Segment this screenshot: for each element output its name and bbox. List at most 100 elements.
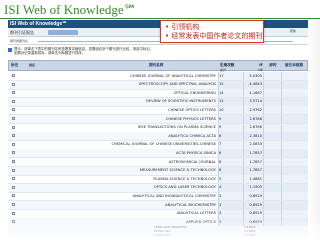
citation-count: 9 [219,116,222,121]
journal-title[interactable]: ASTRONOMICAL JOURNAL [169,160,216,165]
journal-title[interactable]: PLASMA SCIENCE & TECHNOLOGY [153,177,216,182]
row-checkbox[interactable] [12,168,15,172]
journal-title[interactable]: ANALYTICAL LETTERS [177,211,216,216]
row-checkbox[interactable] [12,211,15,215]
column-divider [263,158,264,166]
row-checkbox[interactable] [12,142,15,146]
wok-nav-icons[interactable] [48,30,78,35]
info-icon [8,48,12,52]
journal-title[interactable]: REVIEW OF SCIENTIFIC INSTRUMENTS [146,99,216,104]
row-checkbox[interactable] [12,194,15,198]
col-rank[interactable]: 排名 [29,63,35,67]
journal-title[interactable]: OPTICAL ENGINEERING [173,91,216,96]
impact-value: 2.9762 [249,107,262,112]
row-checkbox[interactable] [12,117,15,120]
impact-value: 0.8929 [249,211,262,216]
column-divider [263,218,264,227]
column-divider [263,209,264,218]
help-link[interactable]: 帮助 [290,29,296,33]
row-checkbox[interactable] [12,91,15,95]
journal-title[interactable]: CHEMICAL JOURNAL OF CHINESE UNIVERSITIES… [111,142,216,147]
citation-count: 3 [219,202,222,207]
citation-count: 6 [219,150,222,155]
impact-value: 0.8929 [249,202,262,207]
journal-title[interactable]: SPECTROSCOPY AND SPECTRAL ANALYSIS [139,82,216,87]
impact-value: 1.1905 [249,185,262,190]
journal-title[interactable]: ACTA PHYSICA SINICA [176,151,216,156]
column-divider [263,183,264,192]
journal-title[interactable]: ANALYTICAL AND BIOANALYTICAL CHEMISTRY [133,194,216,199]
column-divider [281,175,282,184]
column-divider [281,97,282,106]
journal-title[interactable]: MEASUREMENT SCIENCE & TECHNOLOGY [140,168,216,173]
row-checkbox[interactable] [12,160,15,163]
column-divider [263,192,264,201]
row-checkbox[interactable] [12,203,15,206]
citation-count: 15 [219,82,224,87]
journal-title[interactable]: CHINESE JOURNAL OF ANALYTICAL CHEMISTRY [130,74,216,79]
row-checkbox[interactable] [12,108,15,112]
right-edge-shadow [308,20,320,240]
wok-subrow-label: 期刊摘要列表 [10,39,29,43]
row-checkbox[interactable] [12,99,15,103]
col-title[interactable]: 期刊名称 [149,63,163,67]
citation-count: 4 [219,185,222,190]
journal-title[interactable]: CHINESE OPTICS LETTERS [168,108,216,113]
lower-row: PEKING UNIV 3 0.8929 [8,230,308,234]
col-mark[interactable]: 标记 [11,63,18,67]
citation-count: 3 [219,219,222,224]
lower-row-value: 3 0.8929 [244,226,256,229]
citation-count: 3 [219,193,222,198]
column-divider [263,123,264,132]
citation-count: 14 [219,90,224,95]
journal-title[interactable]: ANALYTICA CHIMICA ACTA [168,134,216,139]
row-checkbox[interactable] [12,74,15,77]
lower-table: CHINA ACAD ENGN PHYS 3 0.8929 PEKING UNI… [8,226,308,240]
column-divider [263,132,264,141]
citation-count: 10 [219,107,224,112]
column-divider [281,201,282,209]
lower-row: CHINA ACAD ENGN PHYS 3 0.8929 [8,226,308,230]
column-divider [263,89,264,98]
column-divider [281,166,282,175]
row-checkbox[interactable] [12,220,15,224]
column-divider [263,115,264,123]
column-divider [281,140,282,149]
column-divider [281,209,282,218]
column-divider [281,106,282,115]
col-ifac[interactable]: IF 5年 [245,63,263,73]
row-checkbox[interactable] [12,82,15,86]
row-checkbox[interactable] [12,185,15,189]
journal-title[interactable]: ANALYTICAL BIOCHEMISTRY [165,203,216,208]
col-halflife[interactable]: 被引半衰期 [283,63,305,67]
citation-count: 6 [219,159,222,164]
journal-title[interactable]: IEEE TRANSACTIONS ON PLASMA SCIENCE [138,125,216,130]
impact-value: 5.0305 [249,73,262,78]
row-checkbox[interactable] [12,151,15,155]
row-checkbox[interactable] [12,125,15,129]
info-section: 提示：请单击下表中的期刊名称查看其详细信息。如需组合多个期刊进行比较，请选中标记… [8,47,308,58]
lower-row-value: 3 0.8929 [244,230,256,233]
citation-count: 8 [219,133,222,138]
journal-title[interactable]: CHINESE PHYSICS LETTERS [166,117,216,122]
column-divider [263,72,264,80]
citation-count: 3 [219,211,222,216]
row-checkbox[interactable] [12,177,15,181]
col-cites[interactable]: 引用次数 总计 [220,63,242,73]
column-divider [263,166,264,175]
col-immediacy[interactable]: 即时 [265,63,281,67]
slide-title-bar: ISI Web of Knowledge℠ [0,0,320,19]
journal-title[interactable]: APPLIED OPTICS [186,220,216,225]
lower-row-title: PEKING UNIV [154,230,171,233]
column-divider [281,123,282,132]
column-divider [281,80,282,89]
column-divider [281,115,282,123]
citation-count: 5 [219,176,222,181]
impact-value: 4.4643 [249,82,262,87]
impact-value: 1.7857 [249,159,262,164]
citation-count: 9 [219,125,222,130]
annotation-callout: • 引领机构 • 经常发表中国作者论文的期刊 [160,20,264,43]
row-checkbox[interactable] [12,134,15,138]
wok-nav-label: 期刊引证报告 [10,30,34,35]
journal-title[interactable]: OPTICS AND LASER TECHNOLOGY [154,185,216,190]
